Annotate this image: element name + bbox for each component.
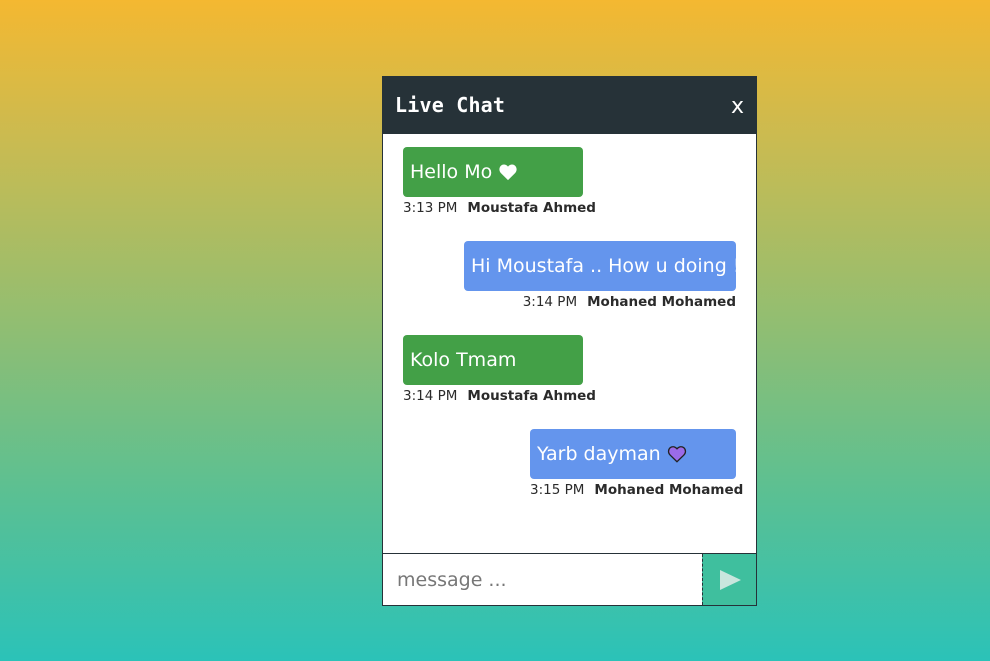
message-bubble: Kolo Tmam	[403, 335, 583, 385]
message-meta: 3:14 PM Mohaned Mohamed	[464, 294, 736, 310]
message-text: Kolo Tmam	[410, 349, 517, 371]
chat-title: Live Chat	[395, 93, 506, 117]
message-text: Hello Mo	[410, 161, 493, 183]
message-meta: 3:15 PM Mohaned Mohamed	[530, 482, 743, 498]
chat-header: Live Chat x	[383, 77, 756, 134]
message-input[interactable]	[383, 554, 702, 605]
message-sender: Moustafa Ahmed	[467, 200, 596, 216]
message-composer	[383, 553, 756, 605]
message-sender: Moustafa Ahmed	[467, 388, 596, 404]
message-sender: Mohaned Mohamed	[594, 482, 744, 498]
message-time: 3:15 PM	[530, 482, 585, 498]
message-meta: 3:14 PM Moustafa Ahmed	[403, 388, 596, 404]
message-bubble: Hello Mo	[403, 147, 583, 197]
chat-window: Live Chat x Hello Mo 3:13 PM Moustafa Ahm…	[382, 76, 757, 606]
message-item: Yarb dayman 3:15 PM Mohaned Mohamed	[530, 429, 743, 498]
message-sender: Mohaned Mohamed	[587, 294, 736, 310]
white-heart-icon	[499, 164, 517, 181]
message-list: Hello Mo 3:13 PM Moustafa Ahmed Hi Mousta…	[383, 134, 756, 553]
message-bubble: Yarb dayman	[530, 429, 736, 479]
message-item: Hello Mo 3:13 PM Moustafa Ahmed	[403, 147, 596, 216]
message-text: Yarb dayman	[537, 443, 661, 465]
message-bubble: Hi Moustafa .. How u doing !	[464, 241, 740, 291]
message-meta: 3:13 PM Moustafa Ahmed	[403, 200, 596, 216]
message-item: Hi Moustafa .. How u doing ! 3:14 PM Moha…	[464, 241, 740, 310]
close-button[interactable]: x	[731, 93, 744, 121]
message-time: 3:13 PM	[403, 200, 458, 216]
message-time: 3:14 PM	[403, 388, 458, 404]
message-text: Hi Moustafa .. How u doing !	[471, 255, 741, 277]
message-item: Kolo Tmam 3:14 PM Moustafa Ahmed	[403, 335, 596, 404]
purple-heart-icon	[667, 446, 686, 463]
message-time: 3:14 PM	[522, 294, 578, 310]
send-button[interactable]	[702, 554, 756, 605]
play-arrow-icon	[719, 569, 741, 590]
